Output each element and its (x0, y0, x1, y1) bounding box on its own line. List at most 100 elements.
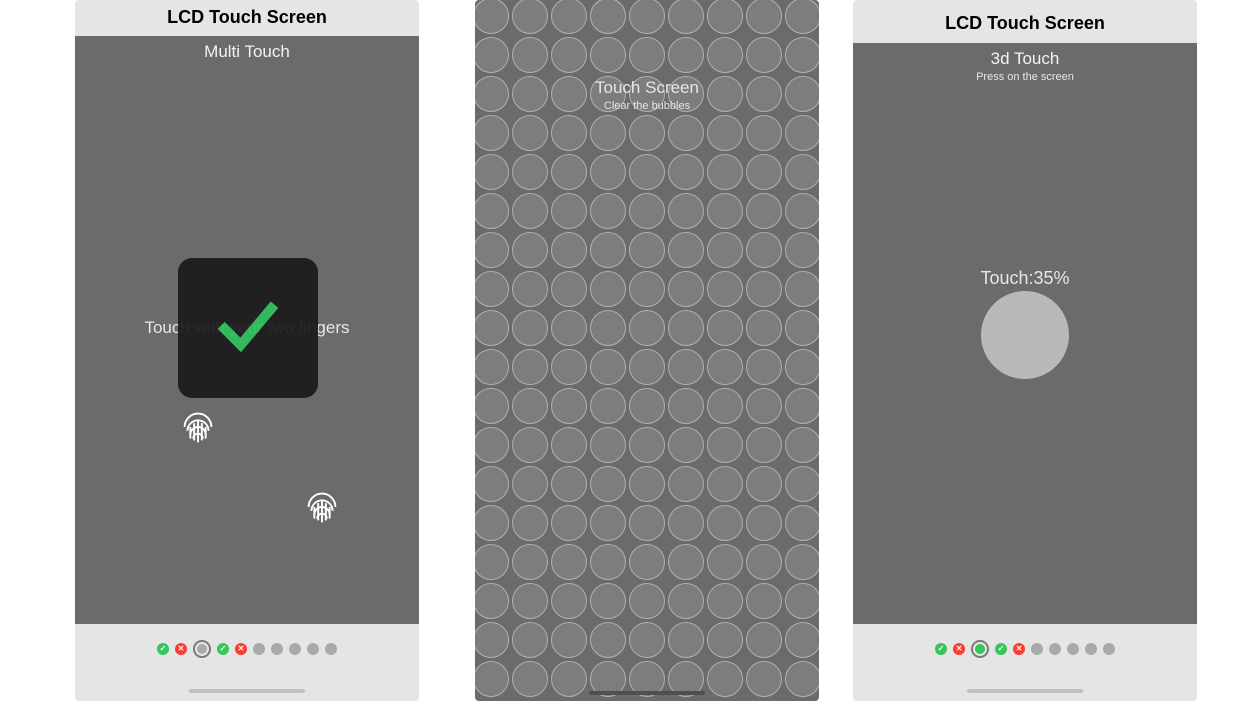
bubble[interactable] (512, 661, 548, 697)
bubble[interactable] (512, 154, 548, 190)
bubble[interactable] (475, 466, 509, 502)
bubble[interactable] (512, 310, 548, 346)
bubble[interactable] (475, 583, 509, 619)
bubble[interactable] (475, 193, 509, 229)
bubble[interactable] (785, 349, 819, 385)
bubble[interactable] (707, 115, 743, 151)
bubble[interactable] (629, 622, 665, 658)
bubble[interactable] (551, 622, 587, 658)
bubble[interactable] (668, 349, 704, 385)
bubble[interactable] (512, 427, 548, 463)
bubble[interactable] (746, 583, 782, 619)
bubble[interactable] (512, 583, 548, 619)
bubble[interactable] (590, 349, 626, 385)
bubble[interactable] (551, 154, 587, 190)
bubble[interactable] (629, 388, 665, 424)
bubble[interactable] (551, 271, 587, 307)
bubble[interactable] (629, 115, 665, 151)
bubble[interactable] (512, 505, 548, 541)
bubble[interactable] (629, 544, 665, 580)
bubble[interactable] (746, 544, 782, 580)
bubble[interactable] (668, 37, 704, 73)
bubble[interactable] (785, 544, 819, 580)
bubble[interactable] (746, 115, 782, 151)
bubble[interactable] (512, 0, 548, 34)
bubble[interactable] (512, 349, 548, 385)
bubble[interactable] (707, 310, 743, 346)
bubble[interactable] (590, 505, 626, 541)
bubble[interactable] (590, 427, 626, 463)
bubble[interactable] (785, 388, 819, 424)
bubble[interactable] (551, 427, 587, 463)
bubble[interactable] (475, 427, 509, 463)
bubble[interactable] (629, 349, 665, 385)
bubble[interactable] (475, 505, 509, 541)
bubble[interactable] (512, 544, 548, 580)
bubble[interactable] (475, 232, 509, 268)
bubble[interactable] (707, 271, 743, 307)
bubble[interactable] (590, 115, 626, 151)
bubble[interactable] (707, 349, 743, 385)
bubble[interactable] (475, 37, 509, 73)
bubble[interactable] (707, 466, 743, 502)
bubble[interactable] (746, 0, 782, 34)
bubble[interactable] (590, 37, 626, 73)
bubble[interactable] (668, 193, 704, 229)
bubble[interactable] (590, 583, 626, 619)
bubble[interactable] (668, 232, 704, 268)
bubble[interactable] (512, 193, 548, 229)
bubble[interactable] (668, 388, 704, 424)
bubble[interactable] (785, 37, 819, 73)
bubble[interactable] (512, 466, 548, 502)
bubble[interactable] (707, 232, 743, 268)
bubble[interactable] (746, 193, 782, 229)
bubble[interactable] (551, 505, 587, 541)
bubble[interactable] (746, 310, 782, 346)
bubble[interactable] (512, 37, 548, 73)
bubble[interactable] (746, 232, 782, 268)
bubble[interactable] (629, 154, 665, 190)
bubble[interactable] (707, 583, 743, 619)
home-indicator[interactable] (189, 689, 305, 693)
bubble[interactable] (707, 427, 743, 463)
bubble[interactable] (785, 466, 819, 502)
bubble[interactable] (785, 622, 819, 658)
bubble[interactable] (668, 271, 704, 307)
bubble[interactable] (785, 583, 819, 619)
bubble[interactable] (629, 583, 665, 619)
bubble[interactable] (785, 232, 819, 268)
bubble[interactable] (551, 661, 587, 697)
bubble[interactable] (590, 544, 626, 580)
bubble[interactable] (590, 193, 626, 229)
bubble[interactable] (590, 271, 626, 307)
bubble[interactable] (668, 427, 704, 463)
bubble[interactable] (551, 37, 587, 73)
bubble[interactable] (590, 622, 626, 658)
bubble[interactable] (746, 154, 782, 190)
bubble[interactable] (668, 505, 704, 541)
bubble[interactable] (551, 310, 587, 346)
bubble[interactable] (707, 388, 743, 424)
bubble[interactable] (629, 0, 665, 34)
bubble[interactable] (551, 466, 587, 502)
bubble[interactable] (590, 388, 626, 424)
bubble[interactable] (668, 583, 704, 619)
bubble[interactable] (512, 388, 548, 424)
bubble[interactable] (707, 154, 743, 190)
bubble[interactable] (475, 544, 509, 580)
bubble[interactable] (475, 115, 509, 151)
bubble[interactable] (551, 583, 587, 619)
bubble[interactable] (785, 154, 819, 190)
multi-touch-area[interactable]: Multi Touch Touch with your two fingers (75, 36, 419, 624)
bubble[interactable] (668, 0, 704, 34)
bubble[interactable] (629, 37, 665, 73)
bubble[interactable] (746, 271, 782, 307)
bubble[interactable] (629, 271, 665, 307)
bubble[interactable] (707, 544, 743, 580)
bubble[interactable] (629, 505, 665, 541)
bubble[interactable] (629, 193, 665, 229)
bubble[interactable] (512, 622, 548, 658)
bubble[interactable] (551, 349, 587, 385)
bubble[interactable] (512, 271, 548, 307)
bubble[interactable] (785, 661, 819, 697)
